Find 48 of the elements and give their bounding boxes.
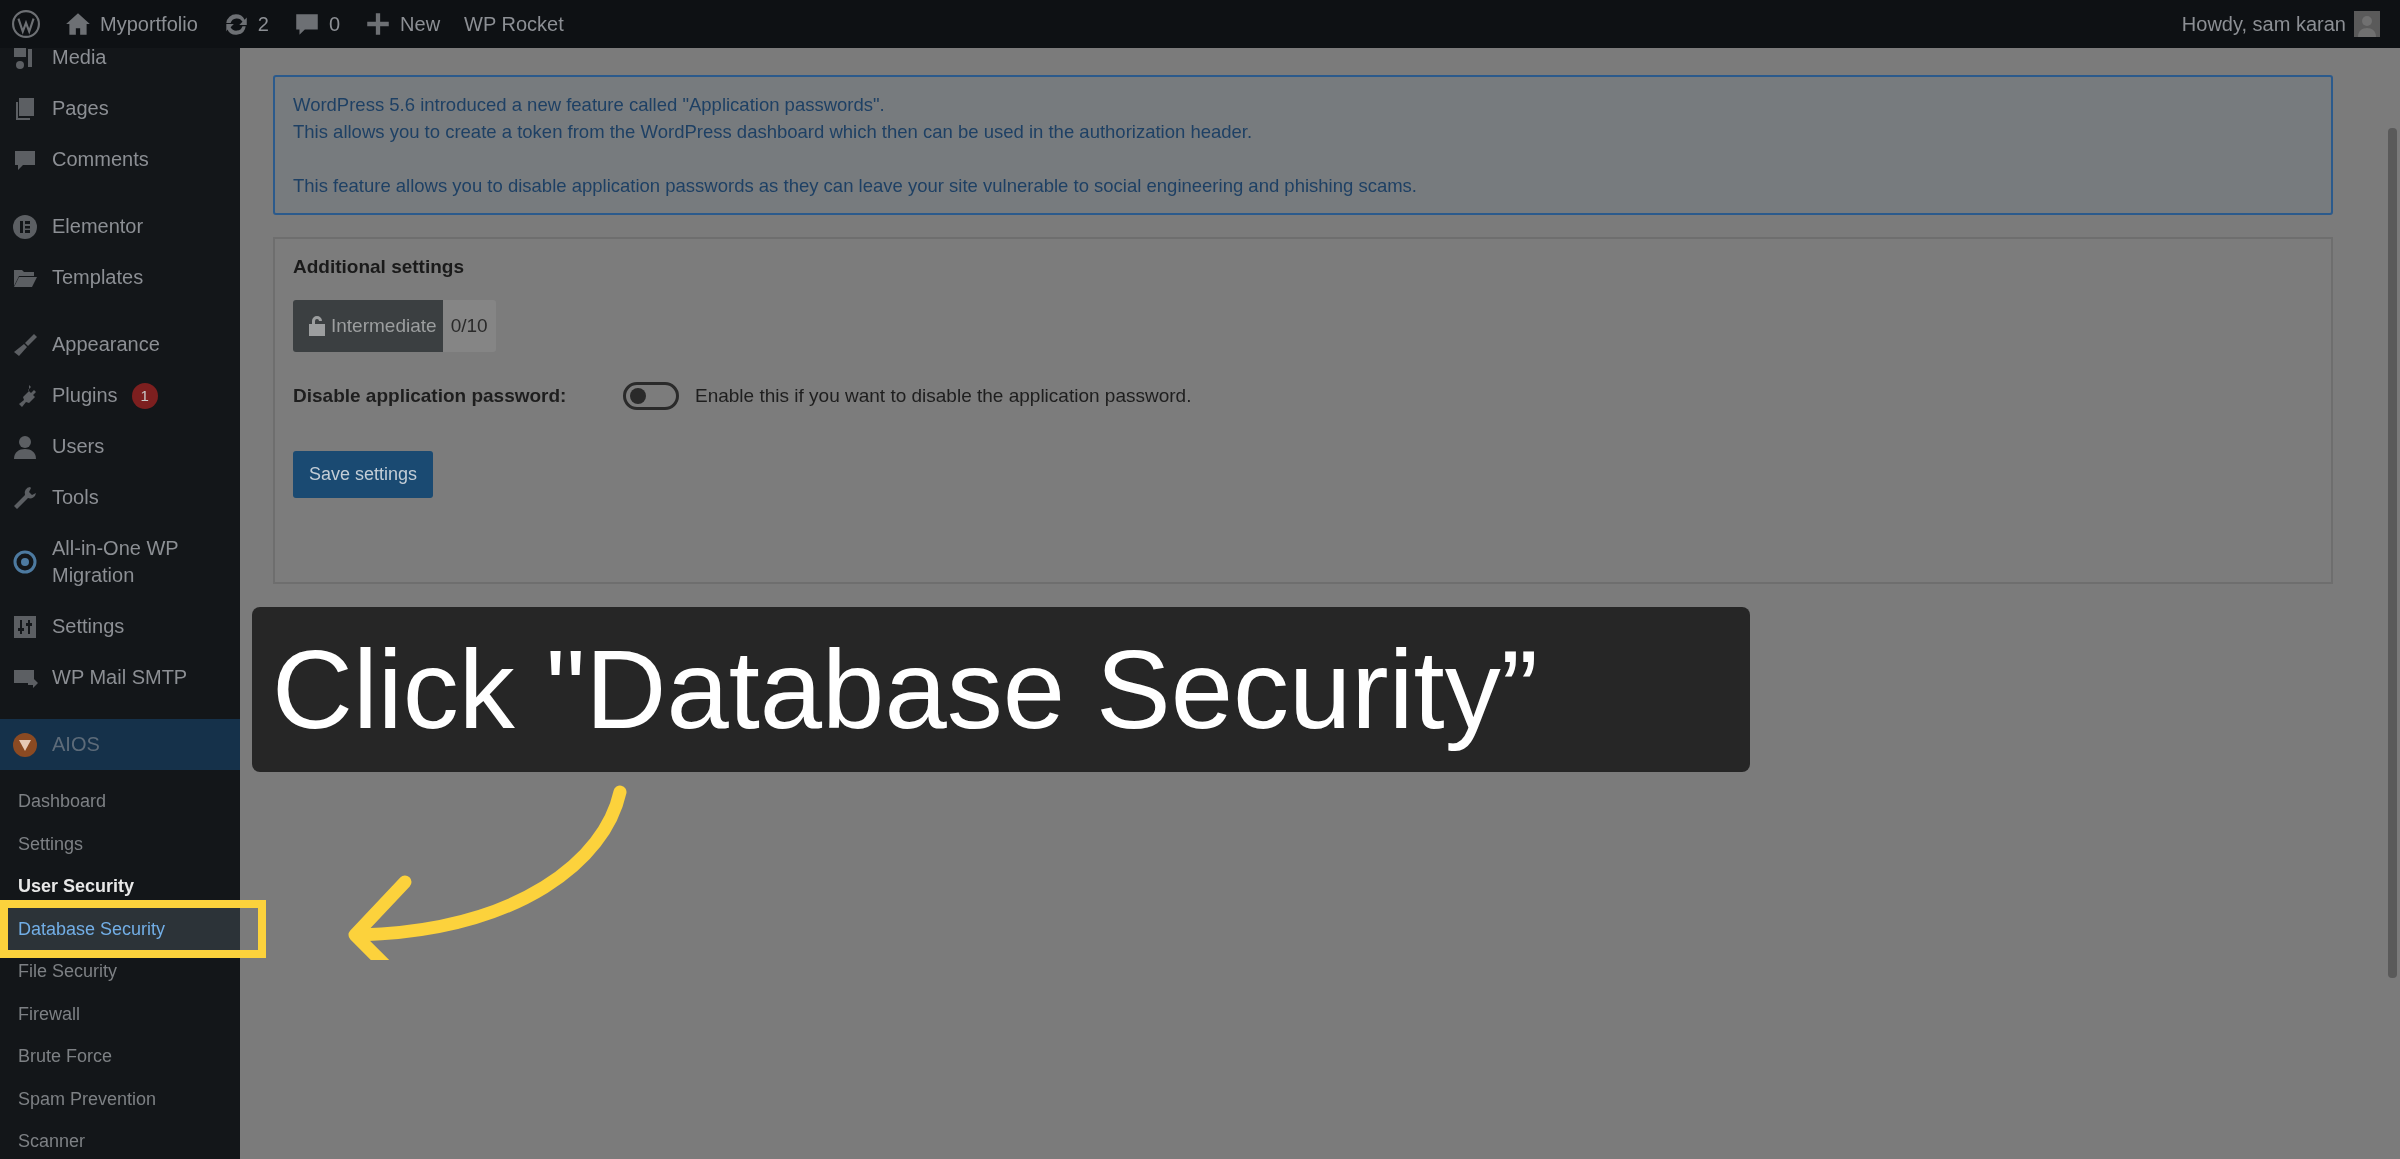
field-label: Disable application password:	[293, 384, 568, 408]
submenu-item[interactable]: Firewall	[18, 1003, 80, 1024]
score-badge: 0/10	[442, 299, 496, 352]
submenu-item[interactable]: Scanner	[18, 1131, 86, 1151]
menu-item[interactable]: Tools	[52, 484, 99, 511]
menu-link[interactable]: WP Rocket	[464, 9, 564, 39]
menu-item[interactable]: Comments	[52, 146, 149, 173]
new-link[interactable]: New	[400, 9, 441, 39]
menu-item[interactable]: Elementor	[52, 213, 144, 240]
menu-item[interactable]: Templates	[52, 264, 144, 291]
help-text: Enable this if you want to disable the application password.	[695, 384, 1192, 408]
toggle-switch[interactable]	[623, 382, 679, 411]
sliders-icon[interactable]	[12, 613, 38, 640]
count-label[interactable]: 0	[328, 9, 341, 39]
wordpress-logo-icon[interactable]	[12, 10, 40, 38]
notice-text: WordPress 5.6 introduced a new feature called "Application passwords".	[293, 93, 886, 117]
menu-item[interactable]: All-in-One WP Migration	[52, 535, 228, 589]
menu-item[interactable]: Plugins	[52, 382, 118, 409]
submenu-item[interactable]: Brute Force	[18, 1046, 113, 1066]
submenu-item[interactable]: Settings	[18, 833, 84, 854]
save-button[interactable]: Save settings	[293, 450, 434, 498]
menu-item[interactable]: Pages	[52, 95, 109, 122]
submenu-item[interactable]: File Security	[18, 961, 118, 981]
menu-item[interactable]: Users	[52, 433, 105, 460]
update-count-badge: 1	[131, 382, 158, 409]
section-title: Additional settings	[293, 255, 465, 279]
submenu-item[interactable]: Spam Prevention	[18, 1088, 157, 1109]
menu-item[interactable]: WP Mail SMTP	[52, 664, 188, 691]
notice-text: This allows you to create a token from the WordPress dashboard which then can be used in the authorization header.	[293, 120, 1254, 144]
submenu-item[interactable]: Dashboard	[18, 791, 107, 811]
notice-text: This feature allows you to disable application passwords as they can leave your site vulnerable to social engineering and phishing scams.	[293, 174, 1418, 198]
greeting[interactable]: Howdy, sam karan	[2181, 9, 2346, 39]
brush-icon[interactable]	[12, 331, 38, 358]
menu-item[interactable]: Media	[52, 48, 107, 71]
count-label[interactable]: 2	[257, 9, 269, 39]
menu-item[interactable]: Settings	[52, 613, 125, 640]
submenu-item[interactable]: User Security	[18, 876, 135, 896]
elementor-icon[interactable]	[12, 213, 38, 240]
caption-tooltip: Click "Database Security”	[252, 607, 1750, 772]
wrench-icon[interactable]	[12, 484, 38, 511]
site-name-link[interactable]: Myportfolio	[100, 9, 198, 39]
padlock-icon	[307, 314, 327, 337]
migration-icon[interactable]	[12, 549, 38, 575]
menu-item[interactable]: Appearance	[52, 331, 160, 358]
level-badge: Intermediate	[293, 299, 443, 352]
user-icon[interactable]	[12, 433, 38, 460]
shield-icon[interactable]	[12, 731, 38, 758]
scrollbar-thumb[interactable]	[2388, 128, 2397, 978]
